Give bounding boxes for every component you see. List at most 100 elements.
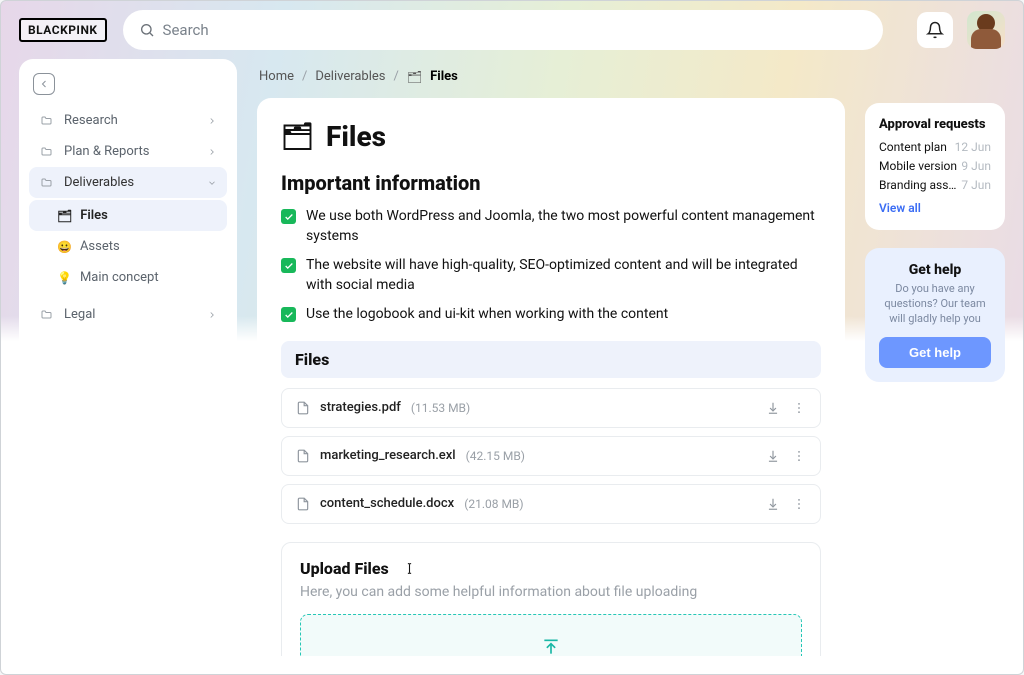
brand-logo[interactable]: BLACKPINK xyxy=(19,18,107,42)
breadcrumb-separator: / xyxy=(394,69,399,84)
upload-hint: Here, you can add some helpful informati… xyxy=(300,584,802,600)
chevron-down-icon xyxy=(207,178,217,188)
sidebar-sub-label: Assets xyxy=(80,239,120,254)
file-actions xyxy=(766,449,806,463)
file-size: (11.53 MB) xyxy=(411,401,470,415)
file-icon xyxy=(296,496,310,512)
chevron-right-icon xyxy=(207,310,217,320)
info-item: The website will have high-quality, SEO-… xyxy=(281,256,821,295)
file-actions xyxy=(766,497,806,511)
info-heading: Important information xyxy=(281,171,821,195)
file-name: marketing_research.exl xyxy=(320,448,456,463)
check-icon xyxy=(281,258,296,273)
approval-item[interactable]: Branding asse... 7 Jun xyxy=(879,178,991,192)
breadcrumb-current: Files xyxy=(430,69,458,84)
breadcrumb: Home / Deliverables / 🗂 Files xyxy=(257,59,845,88)
upload-dropzone[interactable]: Drag file(s) here or click to upload xyxy=(300,614,802,656)
sidebar-item-legal[interactable]: Legal xyxy=(29,299,227,330)
folder-emoji-icon: 🗂 xyxy=(57,209,72,223)
search-placeholder: Search xyxy=(163,21,209,39)
approval-item[interactable]: Content plan 12 Jun xyxy=(879,140,991,154)
app-frame: BLACKPINK Search Research xyxy=(0,0,1024,675)
file-icon xyxy=(296,448,310,464)
folder-icon xyxy=(39,309,54,321)
folder-emoji-icon: 🗂 xyxy=(281,122,314,152)
download-icon[interactable] xyxy=(766,497,780,511)
app-body: Research Plan & Reports Deliverables 🗂 F… xyxy=(1,59,1023,674)
sidebar-item-label: Legal xyxy=(64,307,95,322)
breadcrumb-separator: / xyxy=(302,69,307,84)
sidebar-item-plan-reports[interactable]: Plan & Reports xyxy=(29,136,227,167)
bell-icon xyxy=(926,21,944,39)
file-name: strategies.pdf xyxy=(320,400,401,415)
notifications-button[interactable] xyxy=(917,12,953,48)
check-icon xyxy=(281,307,296,322)
approvals-view-all[interactable]: View all xyxy=(879,201,921,215)
main-column: Home / Deliverables / 🗂 Files 🗂 Files Im… xyxy=(257,59,845,656)
sidebar-sub-files[interactable]: 🗂 Files xyxy=(29,200,227,231)
search-icon xyxy=(139,22,155,38)
breadcrumb-deliverables[interactable]: Deliverables xyxy=(315,69,385,84)
sidebar-collapse-button[interactable] xyxy=(33,73,55,95)
chevron-right-icon xyxy=(207,147,217,157)
chevron-right-icon xyxy=(207,116,217,126)
approval-date: 9 Jun xyxy=(961,159,991,173)
sidebar: Research Plan & Reports Deliverables 🗂 F… xyxy=(19,59,237,646)
right-column: Approval requests Content plan 12 Jun Mo… xyxy=(865,59,1005,382)
help-card: Get help Do you have any questions? Our … xyxy=(865,248,1005,382)
download-icon[interactable] xyxy=(766,449,780,463)
file-row[interactable]: strategies.pdf (11.53 MB) xyxy=(281,388,821,428)
approvals-heading: Approval requests xyxy=(879,117,991,132)
file-row[interactable]: marketing_research.exl (42.15 MB) xyxy=(281,436,821,476)
search-input[interactable]: Search xyxy=(123,10,883,50)
file-name: content_schedule.docx xyxy=(320,496,454,511)
sidebar-sub-label: Files xyxy=(80,208,108,223)
sidebar-children-deliverables: 🗂 Files 😀 Assets 💡 Main concept xyxy=(29,200,227,293)
more-icon[interactable] xyxy=(792,497,806,511)
info-item-text: The website will have high-quality, SEO-… xyxy=(306,256,821,295)
file-size: (42.15 MB) xyxy=(466,449,525,463)
breadcrumb-home[interactable]: Home xyxy=(259,69,294,84)
sidebar-item-deliverables[interactable]: Deliverables xyxy=(29,167,227,198)
file-icon xyxy=(296,400,310,416)
approval-date: 12 Jun xyxy=(955,140,991,154)
sidebar-item-label: Plan & Reports xyxy=(64,144,149,159)
file-row[interactable]: content_schedule.docx (21.08 MB) xyxy=(281,484,821,524)
upload-title: Upload Files xyxy=(300,559,389,578)
sidebar-item-label: Research xyxy=(64,113,118,128)
search-wrap: Search xyxy=(123,10,901,50)
upload-icon xyxy=(541,637,561,656)
info-item-text: Use the logobook and ui-kit when working… xyxy=(306,305,668,325)
file-actions xyxy=(766,401,806,415)
sidebar-sub-main-concept[interactable]: 💡 Main concept xyxy=(29,262,227,293)
info-item: We use both WordPress and Joomla, the tw… xyxy=(281,207,821,246)
upload-heading-row: Upload Files xyxy=(300,559,802,578)
avatar[interactable] xyxy=(967,11,1005,49)
more-icon[interactable] xyxy=(792,401,806,415)
sidebar-sub-assets[interactable]: 😀 Assets xyxy=(29,231,227,262)
files-heading: Files xyxy=(281,341,821,378)
page-title: 🗂 Files xyxy=(281,120,821,153)
download-icon[interactable] xyxy=(766,401,780,415)
approval-name: Branding asse... xyxy=(879,178,961,192)
folder-icon xyxy=(39,146,54,158)
main-card: 🗂 Files Important information We use bot… xyxy=(257,98,845,656)
bulb-emoji-icon: 💡 xyxy=(57,271,72,285)
help-text: Do you have any questions? Our team will… xyxy=(879,282,991,327)
folder-icon xyxy=(39,115,54,127)
page-title-text: Files xyxy=(326,120,386,153)
header-actions xyxy=(917,11,1005,49)
folder-icon xyxy=(39,177,54,189)
approvals-card: Approval requests Content plan 12 Jun Mo… xyxy=(865,103,1005,230)
help-heading: Get help xyxy=(879,262,991,278)
face-emoji-icon: 😀 xyxy=(57,240,72,254)
file-size: (21.08 MB) xyxy=(464,497,523,511)
app-header: BLACKPINK Search xyxy=(1,1,1023,59)
check-icon xyxy=(281,209,296,224)
help-button[interactable]: Get help xyxy=(879,337,991,368)
info-item-text: We use both WordPress and Joomla, the tw… xyxy=(306,207,821,246)
sidebar-item-research[interactable]: Research xyxy=(29,105,227,136)
more-icon[interactable] xyxy=(792,449,806,463)
info-list: We use both WordPress and Joomla, the tw… xyxy=(281,207,821,325)
approval-item[interactable]: Mobile version 9 Jun xyxy=(879,159,991,173)
